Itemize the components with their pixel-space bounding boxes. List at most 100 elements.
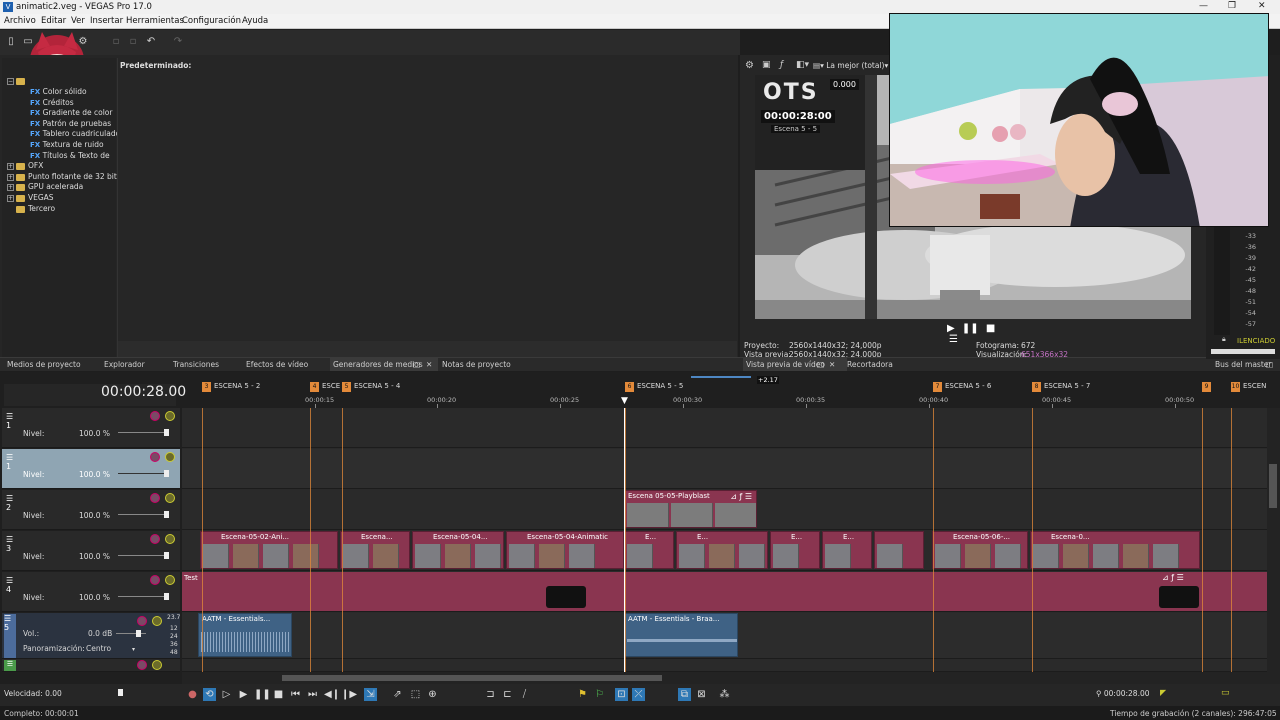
- minimize-icon[interactable]: —: [1199, 1, 1208, 11]
- timeline-ruler[interactable]: +2.17 00:00:15 00:00:20 00:00:25 00:00:30 00…: [182, 372, 1267, 408]
- arrow-icon[interactable]: ◤: [1160, 688, 1166, 697]
- timeline-marker[interactable]: 10: [1231, 382, 1240, 392]
- track-header-7[interactable]: ☰: [2, 659, 180, 672]
- go-to-start-icon[interactable]: ⏮︎: [289, 688, 302, 701]
- menu-editar[interactable]: Editar: [41, 16, 66, 26]
- timeline-marker[interactable]: 4: [310, 382, 319, 392]
- envelope-tool-icon[interactable]: ⇗: [391, 688, 404, 701]
- split-icon[interactable]: ⧸: [518, 688, 531, 701]
- video-clip[interactable]: Escena-05-06-...: [932, 531, 1028, 569]
- tree-item-patron[interactable]: FX Patrón de pruebas: [30, 119, 111, 128]
- mute-icon[interactable]: [150, 575, 160, 585]
- mute-icon[interactable]: [137, 616, 147, 626]
- level-slider-knob[interactable]: [164, 552, 169, 559]
- timeline-marker[interactable]: 6: [625, 382, 634, 392]
- solo-icon[interactable]: [165, 575, 175, 585]
- tree-item-titulos[interactable]: FX Títulos & Texto de: [30, 151, 110, 160]
- tab-window-icon[interactable]: □: [413, 360, 420, 369]
- timeline-scroll-thumb[interactable]: [282, 675, 662, 681]
- tree-item-gradiente[interactable]: FX Gradiente de color: [30, 108, 112, 117]
- tree-item-color-solido[interactable]: FX Color sólido: [30, 87, 87, 96]
- video-clip[interactable]: E...: [676, 531, 768, 569]
- auto-crossfade-icon[interactable]: ⤫: [632, 688, 645, 701]
- normal-edit-tool-icon[interactable]: ⇲: [364, 688, 377, 701]
- menu-archivo[interactable]: Archivo: [4, 16, 36, 26]
- timeline-marker[interactable]: 7: [933, 382, 942, 392]
- track-menu-icon[interactable]: ☰: [4, 660, 16, 671]
- solo-icon[interactable]: [165, 411, 175, 421]
- prev-frame-icon[interactable]: ◀❙: [324, 688, 340, 701]
- undo-icon[interactable]: ↶: [145, 36, 157, 48]
- tree-item-textura[interactable]: FX Textura de ruido: [30, 140, 104, 149]
- tab-close-icon[interactable]: ✕: [829, 360, 835, 369]
- record-icon[interactable]: ●: [186, 688, 199, 701]
- clip-playblast[interactable]: Escena 05-05-Playblast ⊿ ƒ ☰: [624, 490, 757, 528]
- video-clip[interactable]: Escena...: [340, 531, 410, 569]
- new-file-icon[interactable]: ▯: [5, 36, 17, 48]
- timeline-marker[interactable]: 9: [1202, 382, 1211, 392]
- tree-folder-32bit[interactable]: + Punto flotante de 32 bits: [7, 172, 121, 181]
- trim-start-icon[interactable]: ⊐: [484, 688, 497, 701]
- level-slider-knob[interactable]: [164, 511, 169, 518]
- video-clip[interactable]: E...: [624, 531, 674, 569]
- mute-icon[interactable]: [150, 452, 160, 462]
- timeline-marker[interactable]: 8: [1032, 382, 1041, 392]
- preview-quality-dropdown[interactable]: ▤▾ La mejor (total)▾: [813, 61, 888, 70]
- split-screen-icon[interactable]: ◧▾: [796, 60, 809, 70]
- marker-icon[interactable]: ⚑: [576, 688, 589, 701]
- audio-track-header[interactable]: ☰ 5 23.7 Vol.: 0.0 dB Panoramización: Cen…: [2, 613, 180, 659]
- play-icon[interactable]: ▶: [237, 688, 250, 701]
- solo-icon[interactable]: [165, 452, 175, 462]
- tab-window-icon[interactable]: □: [1266, 360, 1273, 369]
- loop-icon[interactable]: ⟲: [203, 688, 216, 701]
- screen-icon[interactable]: ▭: [1221, 688, 1230, 698]
- pause-icon[interactable]: ❚❚: [962, 323, 979, 334]
- level-slider[interactable]: [118, 555, 166, 556]
- video-clip[interactable]: Escena-0...: [1030, 531, 1200, 569]
- video-clip[interactable]: E...: [822, 531, 872, 569]
- video-track-row[interactable]: Escena 05-05-Playblast ⊿ ƒ ☰: [182, 490, 1267, 530]
- video-track-row[interactable]: Escena-05-02-Ani... Escena... Escena-05-04…: [182, 531, 1267, 571]
- ignore-grouping-icon[interactable]: ⁂: [718, 688, 731, 701]
- tab-window-icon[interactable]: □: [817, 360, 824, 369]
- solo-icon[interactable]: [152, 616, 162, 626]
- play-icon[interactable]: ▶: [947, 323, 955, 334]
- redo-icon[interactable]: ↷: [172, 36, 184, 48]
- solo-icon[interactable]: [152, 660, 162, 670]
- video-track-row[interactable]: Test ⊿ ƒ ☰: [182, 572, 1267, 612]
- cut-icon[interactable]: ▫: [110, 36, 122, 48]
- clip-icons[interactable]: ⊿ ƒ ☰: [1162, 573, 1184, 582]
- video-clip[interactable]: E...: [770, 531, 820, 569]
- lock-icon[interactable]: 🔒︎: [1222, 335, 1226, 344]
- level-slider[interactable]: [118, 473, 166, 474]
- tab-efectos-video[interactable]: Efectos de vídeo: [246, 360, 308, 369]
- video-clip[interactable]: Escena-05-04...: [412, 531, 504, 569]
- tab-close-icon[interactable]: ✕: [426, 360, 432, 369]
- tree-root[interactable]: −: [7, 76, 28, 85]
- preview-fx-icon[interactable]: ƒ: [780, 60, 783, 70]
- region-icon[interactable]: ⚐: [593, 688, 606, 701]
- menu-ayuda[interactable]: Ayuda: [242, 16, 268, 26]
- pause-icon[interactable]: ❚❚: [254, 688, 271, 701]
- vol-slider[interactable]: [116, 633, 146, 634]
- tree-item-tablero[interactable]: FX Tablero cuadriculado: [30, 129, 120, 138]
- audio-track-row[interactable]: AATM - Essentials... AATM - Essentials -…: [182, 613, 1267, 659]
- selection-tool-icon[interactable]: ⬚: [409, 688, 422, 701]
- tree-folder-vegas[interactable]: + VEGAS: [7, 193, 54, 202]
- transition-marker[interactable]: [546, 586, 586, 608]
- solo-icon[interactable]: [165, 534, 175, 544]
- menu-configuracion[interactable]: Configuración: [182, 16, 241, 26]
- timeline-marker[interactable]: 5: [342, 382, 351, 392]
- video-clip[interactable]: Escena-05-02-Ani...: [200, 531, 338, 569]
- mute-icon[interactable]: [150, 411, 160, 421]
- clip-audio-1[interactable]: AATM - Essentials...: [198, 613, 292, 657]
- menu-herramientas[interactable]: Herramientas: [126, 16, 184, 26]
- level-slider[interactable]: [118, 432, 166, 433]
- go-to-end-icon[interactable]: ⏭︎: [306, 688, 319, 701]
- tree-folder-tercero[interactable]: Tercero: [16, 204, 55, 213]
- level-slider[interactable]: [118, 514, 166, 515]
- zoom-tool-icon[interactable]: ⊕: [426, 688, 439, 701]
- level-slider-knob[interactable]: [164, 470, 169, 477]
- preview-props-icon[interactable]: ▣: [762, 60, 771, 70]
- solo-icon[interactable]: [165, 493, 175, 503]
